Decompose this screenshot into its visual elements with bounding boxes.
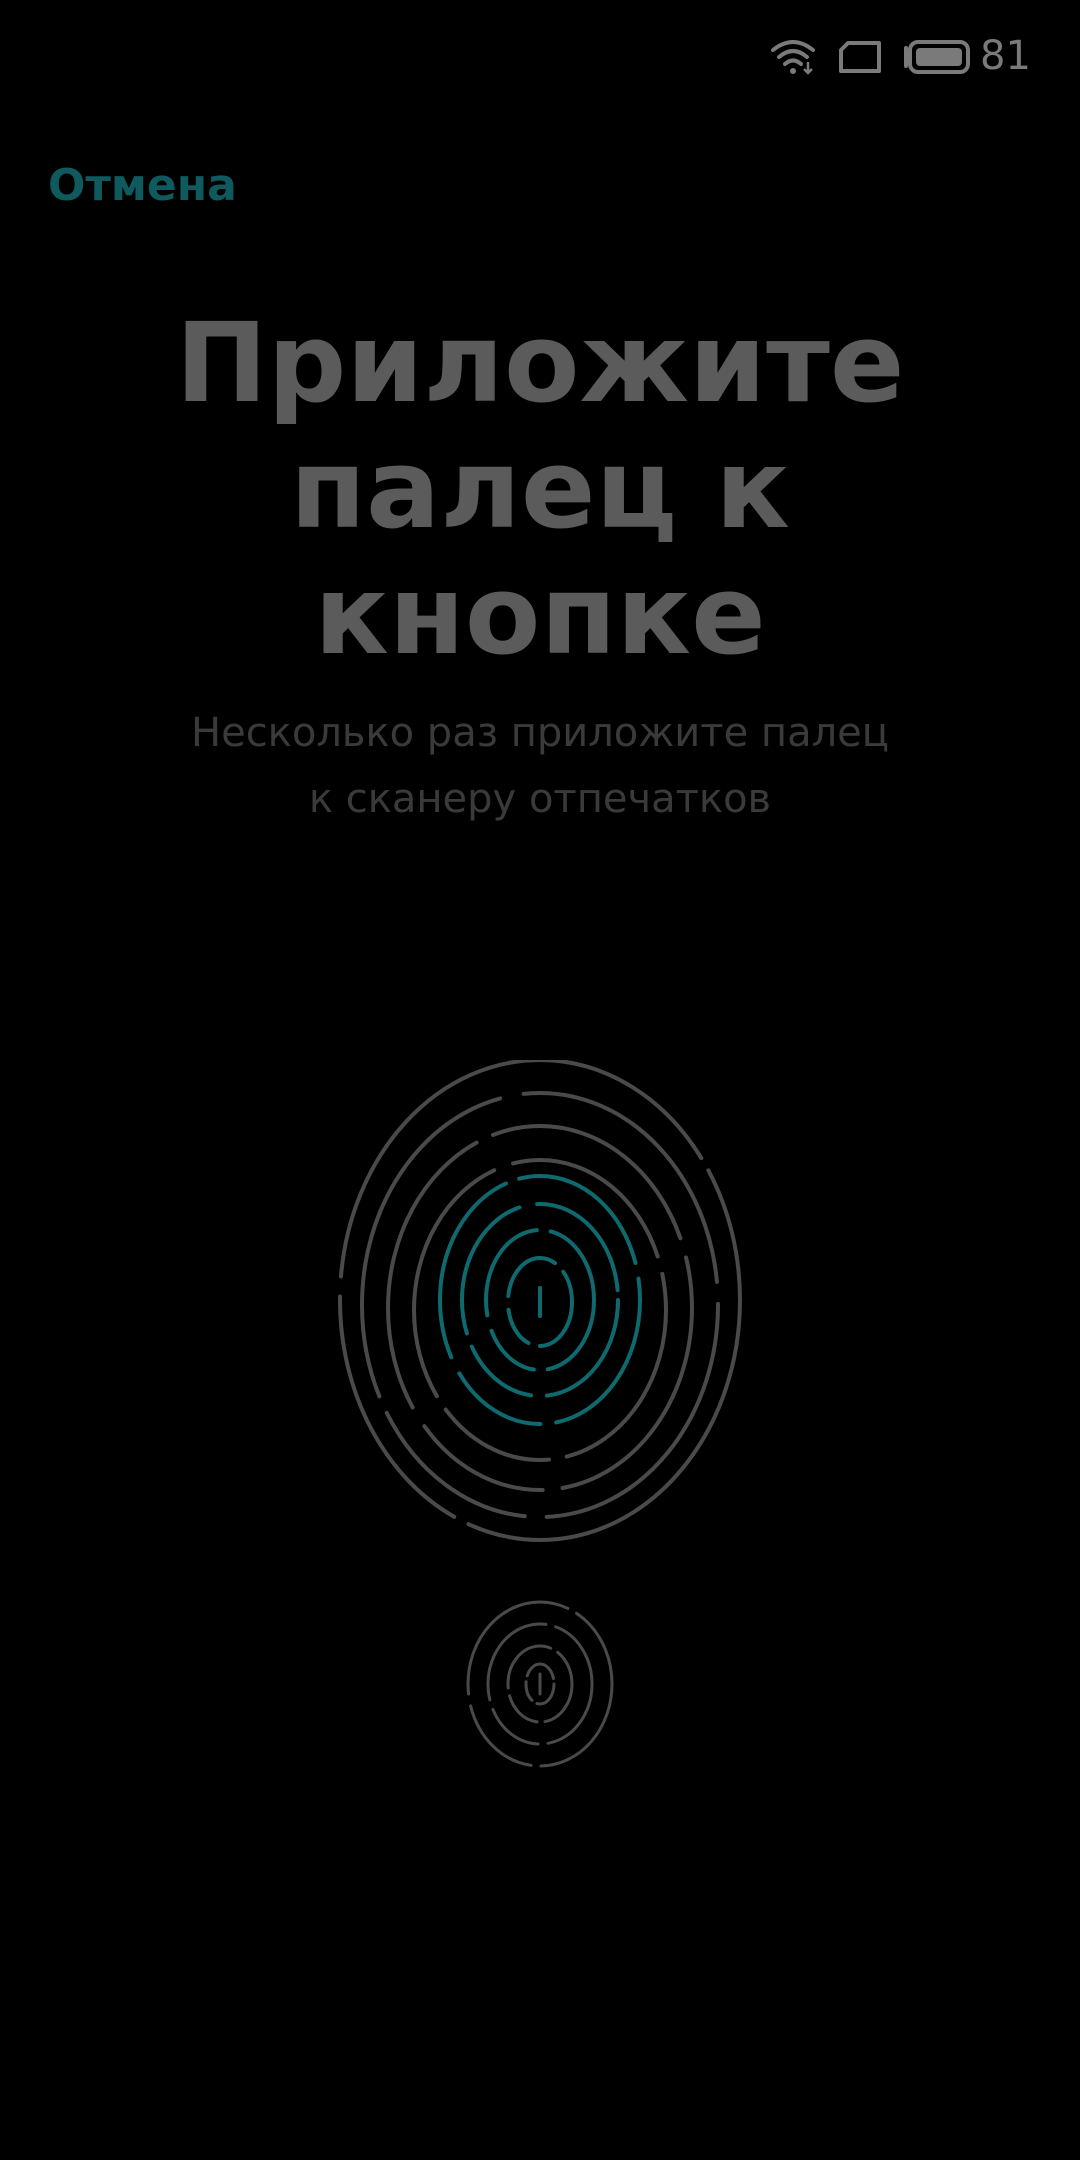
cancel-button[interactable]: Отмена <box>48 158 237 214</box>
wifi-icon <box>771 40 815 75</box>
battery-icon <box>904 40 970 74</box>
page-subtitle: Несколько раз приложите палец к сканеру … <box>191 710 889 822</box>
page-title: Приложите палец к кнопке <box>175 299 905 679</box>
status-bar: 81 <box>0 0 1080 114</box>
sim-card-icon <box>839 41 881 73</box>
fingerprint-icon <box>338 1060 742 1542</box>
fingerprint-sensor-icon <box>466 1600 614 1768</box>
battery-level-text: 81 <box>980 33 1031 79</box>
